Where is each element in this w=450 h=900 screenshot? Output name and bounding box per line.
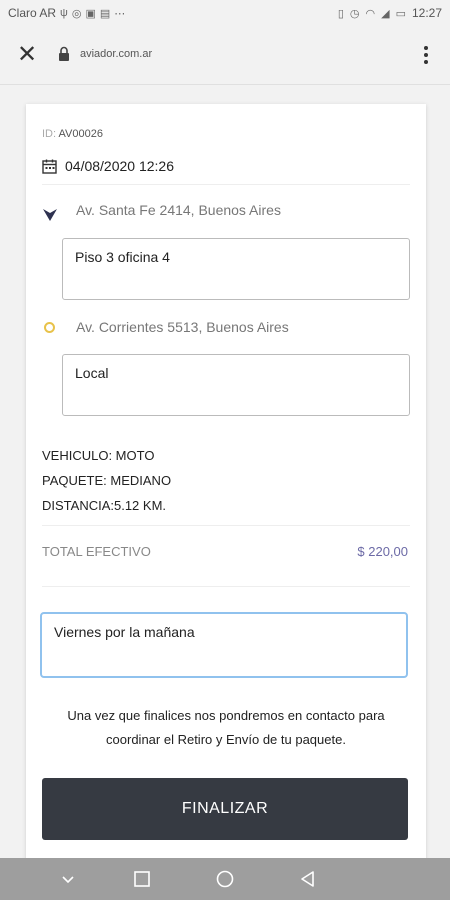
url-text[interactable]: aviador.com.ar	[80, 48, 152, 60]
message-icon: ▣	[85, 7, 96, 20]
alarm-icon: ◷	[349, 7, 360, 20]
chevron-down-icon[interactable]	[58, 869, 78, 889]
system-nav-bar	[0, 858, 450, 900]
status-right: ▯ ◷ ◠ ◢ ▭ 12:27	[338, 6, 442, 20]
wifi-icon: ◠	[365, 7, 376, 20]
order-card: ID: AV00026 04/08/2020 12:26 Av. Santa F…	[26, 104, 426, 864]
total-label: TOTAL EFECTIVO	[42, 544, 151, 559]
vibrate-icon: ▯	[337, 7, 344, 20]
browser-toolbar: ✕ aviador.com.ar	[0, 26, 450, 85]
info-message-line: Una vez que finalices nos pondremos en c…	[67, 708, 385, 723]
pickup-detail-field[interactable]: Piso 3 oficina 4	[62, 238, 410, 300]
status-bar: Claro AR ψ ◎ ▣ ▤ ⋯ ▯ ◷ ◠ ◢ ▭ 12:27	[0, 0, 450, 26]
vehicle-info: VEHICULO: MOTO	[42, 448, 155, 463]
signal-icon: ◢	[381, 7, 390, 20]
close-icon[interactable]: ✕	[14, 42, 40, 68]
divider	[42, 525, 410, 526]
dropoff-detail-field[interactable]: Local	[62, 354, 410, 416]
calendar-icon	[42, 159, 57, 174]
lock-icon	[59, 46, 69, 61]
order-id-value: AV00026	[58, 128, 103, 140]
more-vert-icon[interactable]	[416, 43, 436, 67]
dropoff-pin-icon	[44, 322, 55, 333]
gallery-icon: ▤	[99, 7, 111, 20]
finalize-button[interactable]: FINALIZAR	[42, 778, 408, 840]
info-message: Una vez que finalices nos pondremos en c…	[36, 704, 416, 752]
battery-icon: ▭	[395, 7, 406, 20]
usb-icon: ψ	[60, 7, 68, 19]
info-message-line: coordinar el Retiro y Envío de tu paquet…	[106, 732, 346, 747]
status-left: Claro AR ψ ◎ ▣ ▤ ⋯	[8, 6, 125, 20]
distance-info: DISTANCIA:5.12 KM.	[42, 498, 167, 513]
home-icon[interactable]	[215, 869, 235, 889]
divider	[42, 586, 410, 587]
order-id-label: ID:	[42, 128, 57, 140]
more-dots-icon: ⋯	[114, 7, 126, 20]
divider	[42, 184, 410, 185]
package-info: PAQUETE: MEDIANO	[42, 473, 172, 488]
total-value: $ 220,00	[357, 544, 408, 559]
order-date-row: 04/08/2020 12:26	[42, 158, 174, 174]
recents-icon[interactable]	[132, 869, 152, 889]
order-datetime: 04/08/2020 12:26	[65, 158, 174, 174]
carrier-label: Claro AR	[8, 6, 57, 20]
pickup-address: Av. Santa Fe 2414, Buenos Aires	[76, 202, 281, 218]
notes-field[interactable]: Viernes por la mañana	[40, 612, 408, 678]
dropoff-address: Av. Corrientes 5513, Buenos Aires	[76, 319, 289, 335]
pickup-pin-icon	[43, 209, 57, 221]
back-icon[interactable]	[298, 869, 318, 889]
whatsapp-icon: ◎	[71, 7, 82, 20]
clock: 12:27	[411, 6, 442, 20]
order-id-row: ID: AV00026	[42, 128, 103, 140]
